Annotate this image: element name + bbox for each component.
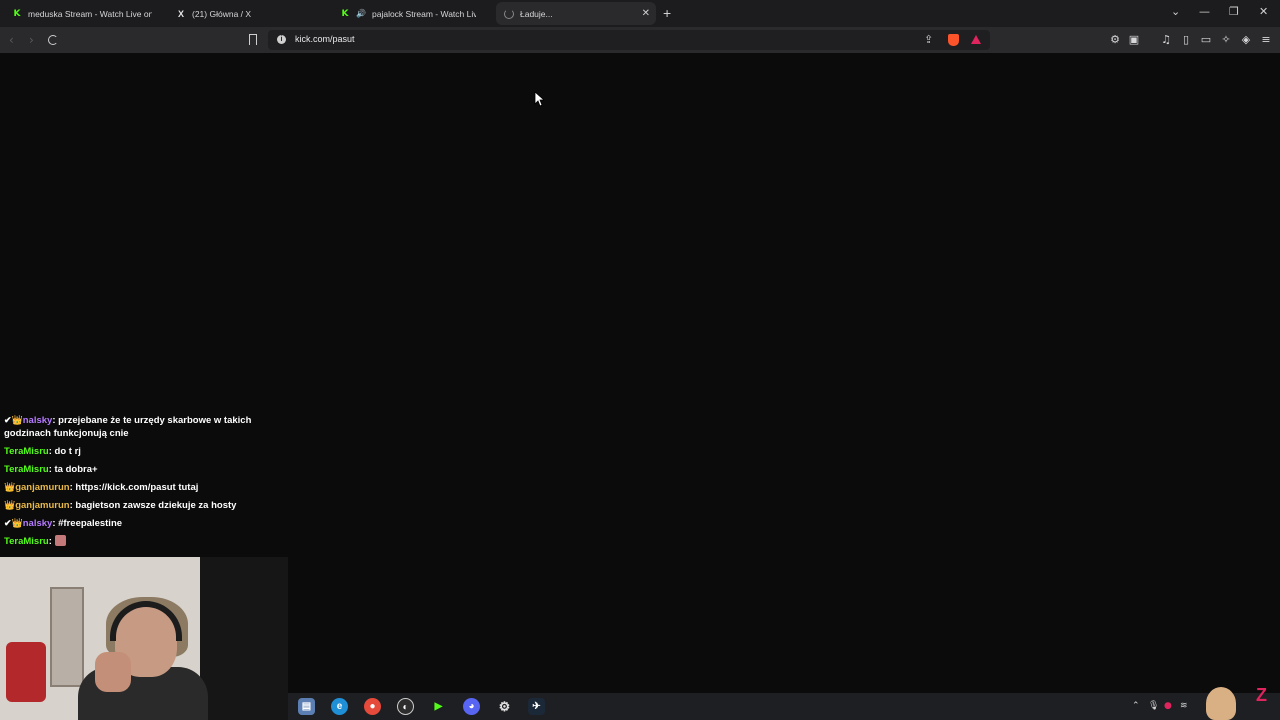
address-bar[interactable]: i kick.com/pasut ⇪ <box>268 30 990 50</box>
kick-icon: K <box>340 8 350 19</box>
wallet-icon[interactable]: ▭ <box>1200 34 1212 46</box>
microphone-icon[interactable]: 🎙 <box>1148 701 1159 711</box>
chat-username: nalsky <box>22 518 53 529</box>
share-icon[interactable]: ⇪ <box>924 33 933 46</box>
site-info-icon[interactable]: i <box>277 35 286 44</box>
dark-curtain <box>200 557 288 720</box>
restore-icon[interactable]: ❐ <box>1229 5 1239 18</box>
network-icon[interactable]: ≋ <box>1180 701 1188 711</box>
chat-text: bagietson zawsze dziekuje za hosty <box>75 500 237 511</box>
tab-search-icon[interactable]: ⌄ <box>1171 5 1180 18</box>
chat-emote <box>54 535 66 546</box>
stream-chat-overlay: ✔👑nalsky: przejebane że te urzędy skarbo… <box>4 414 280 553</box>
explorer-icon[interactable]: ▤ <box>298 698 315 715</box>
chrome-icon[interactable]: ● <box>364 698 381 715</box>
z-logo-icon: Z <box>1256 685 1267 705</box>
chat-message: TeraMisru: ta dobra+ <box>4 464 98 475</box>
chat-message: ✔👑nalsky: przejebane że te urzędy skarbo… <box>4 415 252 439</box>
settings-icon[interactable]: ⚙ <box>496 698 513 715</box>
red-chair <box>6 642 46 702</box>
chat-message: 👑ganjamurun: bagietson zawsze dziekuje z… <box>4 500 237 511</box>
speaker-icon[interactable]: 🔊 <box>356 9 366 19</box>
screenshot-icon[interactable]: ▣ <box>1128 34 1140 46</box>
tab-loading[interactable]: Ładuje... ✕ <box>496 2 656 25</box>
chat-message: TeraMisru: <box>4 535 280 548</box>
close-tab-icon[interactable]: ✕ <box>642 8 650 19</box>
discord-icon[interactable]: ◕ <box>463 698 480 715</box>
chat-text: ta dobra+ <box>54 464 98 475</box>
user-badges: ✔👑 <box>4 518 23 528</box>
chat-username: ganjamurun <box>15 500 70 511</box>
tab-meduska[interactable]: K meduska Stream - Watch Live on Kick <box>4 3 160 24</box>
close-window-icon[interactable]: ✕ <box>1259 5 1268 18</box>
chat-text: #freepalestine <box>58 518 123 529</box>
chat-username: TeraMisru <box>4 464 49 475</box>
user-badges: 👑 <box>4 482 16 492</box>
taskbar: ▤ e ● ◐ ▶ ◕ ⚙ ✈ ⌃ 🎙 ● ≋ Z <box>288 685 1280 720</box>
tab-title: meduska Stream - Watch Live on Kick <box>28 8 152 19</box>
tray-expand-icon[interactable]: ⌃ <box>1132 701 1140 711</box>
extensions-icon[interactable]: ⚙ <box>1109 34 1121 46</box>
tab-title: (21) Główna / X <box>192 8 252 19</box>
menu-icon[interactable]: ≡ <box>1260 34 1272 46</box>
chat-username: ganjamurun <box>15 482 70 493</box>
tab-title: pajalock Stream - Watch Live on Kick <box>372 8 476 19</box>
media-player-icon[interactable]: ▶ <box>430 698 447 715</box>
steam-icon[interactable]: ✈ <box>528 698 545 715</box>
webcam-overlay <box>0 557 288 720</box>
room-door <box>50 587 84 687</box>
tab-strip: K meduska Stream - Watch Live on Kick X … <box>0 0 1280 27</box>
kick-icon: K <box>12 8 22 19</box>
browser-toolbar: ‹ › i kick.com/pasut ⇪ ⚙ ▣ ♫ ▯ ▭ ✧ ◈ ≡ <box>0 27 1280 53</box>
brave-shields-icon[interactable] <box>948 34 959 46</box>
chat-text: https://kick.com/pasut tutaj <box>75 482 199 493</box>
forward-button[interactable]: › <box>29 33 34 47</box>
url-text[interactable]: kick.com/pasut <box>295 34 355 44</box>
loading-spinner-icon <box>504 8 514 19</box>
user-badges: ✔👑 <box>4 415 23 425</box>
chat-message: ✔👑nalsky: #freepalestine <box>4 518 123 529</box>
user-badges: 👑 <box>4 500 16 510</box>
tab-title: Ładuje... <box>520 8 553 19</box>
media-icon[interactable]: ♫ <box>1160 34 1172 46</box>
x-icon: X <box>177 8 184 19</box>
leo-ai-icon[interactable]: ✧ <box>1220 34 1232 46</box>
mouse-cursor-icon <box>534 91 544 107</box>
chat-username: nalsky <box>22 415 53 426</box>
sidebar-icon[interactable]: ▯ <box>1180 34 1192 46</box>
edge-icon[interactable]: e <box>331 698 348 715</box>
chat-message: 👑ganjamurun: https://kick.com/pasut tuta… <box>4 482 199 493</box>
vpn-icon[interactable]: ◈ <box>1240 34 1252 46</box>
chat-message: TeraMisru: do t rj <box>4 446 81 457</box>
chat-username: TeraMisru <box>4 446 49 457</box>
bookmark-icon[interactable] <box>249 34 257 45</box>
tab-pajalock[interactable]: K 🔊 pajalock Stream - Watch Live on Kick <box>332 3 484 24</box>
chat-text: do t rj <box>54 446 81 457</box>
brave-rewards-icon[interactable] <box>971 35 981 44</box>
new-tab-button[interactable]: + <box>663 5 671 21</box>
tab-x[interactable]: X (21) Główna / X <box>168 3 328 24</box>
chat-username: TeraMisru <box>4 536 49 547</box>
stop-loading-icon[interactable] <box>48 35 58 45</box>
streamer-hand <box>95 652 131 692</box>
back-button[interactable]: ‹ <box>9 33 14 47</box>
cat-sticker-icon <box>1206 687 1236 720</box>
obs-icon[interactable]: ◐ <box>397 698 414 715</box>
record-icon[interactable]: ● <box>1164 701 1172 711</box>
minimize-icon[interactable]: — <box>1199 5 1210 18</box>
